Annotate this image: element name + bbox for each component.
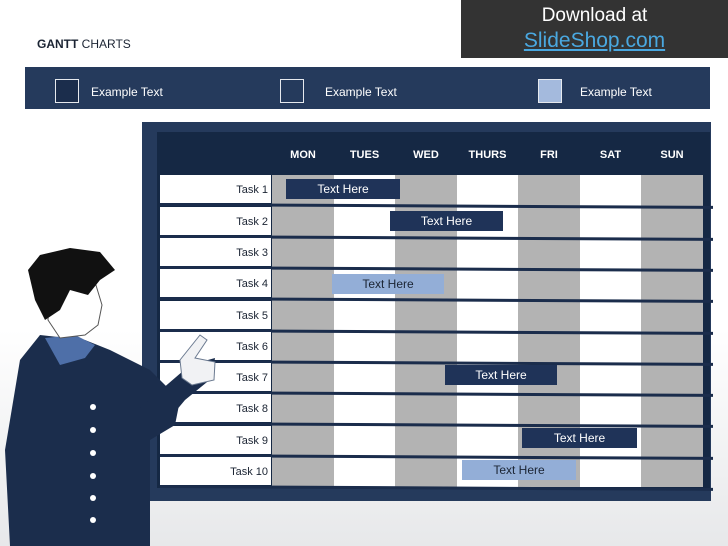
legend-label-3: Example Text <box>580 85 652 99</box>
title-bold: GANTT <box>37 37 79 51</box>
legend-swatch-1 <box>55 79 79 103</box>
legend-label-2: Example Text <box>325 85 397 99</box>
download-label: Download at <box>541 5 648 26</box>
gantt-bar-5[interactable]: Text Here <box>522 428 637 448</box>
download-banner: Download at SlideShop.com <box>461 0 728 58</box>
task-label: Task 2 <box>236 216 268 228</box>
legend-bar: Example Text Example Text Example Text <box>25 67 710 109</box>
title-rest: CHARTS <box>81 37 131 51</box>
legend-label-1: Example Text <box>91 85 163 99</box>
task-label: Task 1 <box>236 184 268 196</box>
gantt-bar-6[interactable]: Text Here <box>462 460 576 480</box>
day-header-mon: MON <box>290 149 316 161</box>
legend-swatch-2 <box>280 79 304 103</box>
gantt-bar-2[interactable]: Text Here <box>390 211 503 231</box>
day-header-fri: FRI <box>540 149 558 161</box>
gantt-bar-1[interactable]: Text Here <box>286 179 400 199</box>
download-link[interactable]: SlideShop.com <box>461 29 728 53</box>
day-header-wed: WED <box>413 149 439 161</box>
day-header-sun: SUN <box>660 149 684 161</box>
gantt-bar-4[interactable]: Text Here <box>445 365 557 385</box>
gantt-bar-3[interactable]: Text Here <box>332 274 444 294</box>
day-header-tues: TUES <box>349 149 380 161</box>
presenter-illustration <box>5 248 216 546</box>
legend-swatch-3 <box>538 79 562 103</box>
day-header-sat: SAT <box>599 149 622 161</box>
page-title: GANTT CHARTS <box>37 37 131 51</box>
day-header-thurs: THURS <box>468 149 507 161</box>
